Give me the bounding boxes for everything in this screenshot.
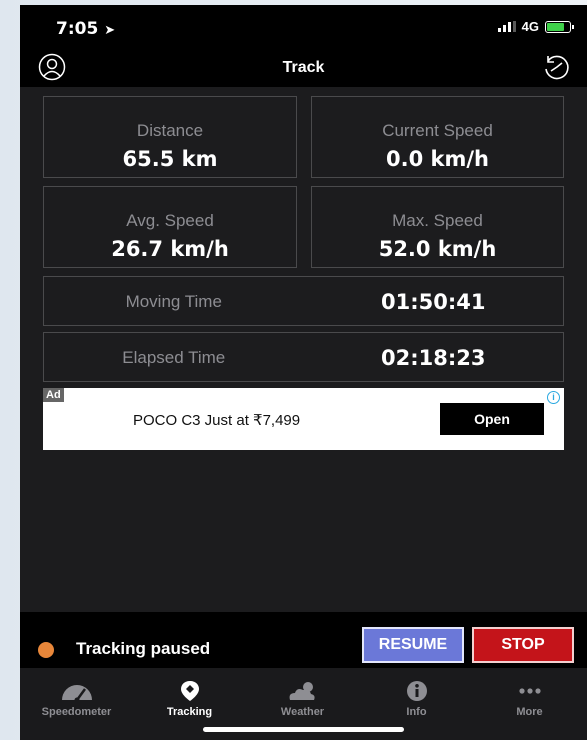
phone-screen: 7:05 ➤ 4G Track Distance 65.5 km Current… xyxy=(20,5,587,740)
elapsed-time-value: 02:18:23 xyxy=(381,346,486,370)
tab-weather[interactable]: Weather xyxy=(246,680,359,718)
signal-icon xyxy=(497,21,516,32)
current-speed-card: Current Speed 0.0 km/h xyxy=(311,96,564,178)
weather-icon xyxy=(289,682,315,700)
tab-info-label: Info xyxy=(406,706,427,718)
stats-panel: Distance 65.5 km Current Speed 0.0 km/h … xyxy=(20,87,587,612)
distance-card: Distance 65.5 km xyxy=(43,96,297,178)
ad-text: POCO C3 Just at ₹7,499 xyxy=(133,412,301,429)
tab-tracking-label: Tracking xyxy=(166,706,213,718)
stop-button[interactable]: STOP xyxy=(472,627,574,663)
ad-banner[interactable]: Ad i POCO C3 Just at ₹7,499 Open xyxy=(43,388,564,450)
max-speed-label: Max. Speed xyxy=(392,211,483,230)
distance-label: Distance xyxy=(136,121,204,140)
status-indicators: 4G xyxy=(497,19,574,34)
status-bar: 7:05 ➤ 4G xyxy=(20,5,587,45)
status-time-text: 7:05 xyxy=(56,19,99,39)
tab-speedometer-label: Speedometer xyxy=(41,706,112,718)
max-speed-value: 52.0 km/h xyxy=(378,237,497,261)
moving-time-row: Moving Time 01:50:41 xyxy=(43,276,564,326)
location-arrow-icon: ➤ xyxy=(104,23,116,38)
page-title: Track xyxy=(282,59,325,76)
history-icon[interactable] xyxy=(541,53,571,81)
tab-more-label: More xyxy=(516,706,543,718)
avg-speed-value: 26.7 km/h xyxy=(111,237,229,261)
max-speed-card: Max. Speed 52.0 km/h xyxy=(311,186,564,268)
home-indicator[interactable] xyxy=(203,727,404,732)
battery-icon xyxy=(545,20,574,33)
tab-weather-label: Weather xyxy=(280,706,325,718)
speedometer-icon xyxy=(61,685,92,702)
current-speed-label: Current Speed xyxy=(382,121,493,140)
ad-info-icon[interactable]: i xyxy=(547,391,560,404)
tab-more[interactable]: More xyxy=(473,680,586,718)
status-time: 7:05 ➤ xyxy=(56,19,115,39)
ad-open-button[interactable]: Open xyxy=(440,403,544,435)
moving-time-label: Moving Time xyxy=(125,292,222,311)
more-icon xyxy=(518,688,541,694)
tracking-status: Tracking paused xyxy=(76,639,211,658)
tab-speedometer[interactable]: Speedometer xyxy=(20,680,133,718)
tab-tracking[interactable]: Tracking xyxy=(133,680,246,718)
current-speed-value: 0.0 km/h xyxy=(386,147,489,171)
resume-button[interactable]: RESUME xyxy=(362,627,464,663)
avg-speed-card: Avg. Speed 26.7 km/h xyxy=(43,186,297,268)
location-pin-icon xyxy=(180,681,199,701)
distance-value: 65.5 km xyxy=(122,147,218,171)
elapsed-time-label: Elapsed Time xyxy=(122,348,226,367)
elapsed-time-row: Elapsed Time 02:18:23 xyxy=(43,332,564,382)
nav-bar: Track xyxy=(20,45,587,87)
network-label: 4G xyxy=(521,19,539,34)
tab-bar: Speedometer Tracking Weather Info More xyxy=(20,668,587,740)
info-icon xyxy=(406,681,427,701)
avg-speed-label: Avg. Speed xyxy=(126,211,214,230)
paused-indicator-icon xyxy=(38,642,54,658)
ad-tag: Ad xyxy=(43,388,64,402)
moving-time-value: 01:50:41 xyxy=(381,290,486,314)
tab-info[interactable]: Info xyxy=(360,680,473,718)
